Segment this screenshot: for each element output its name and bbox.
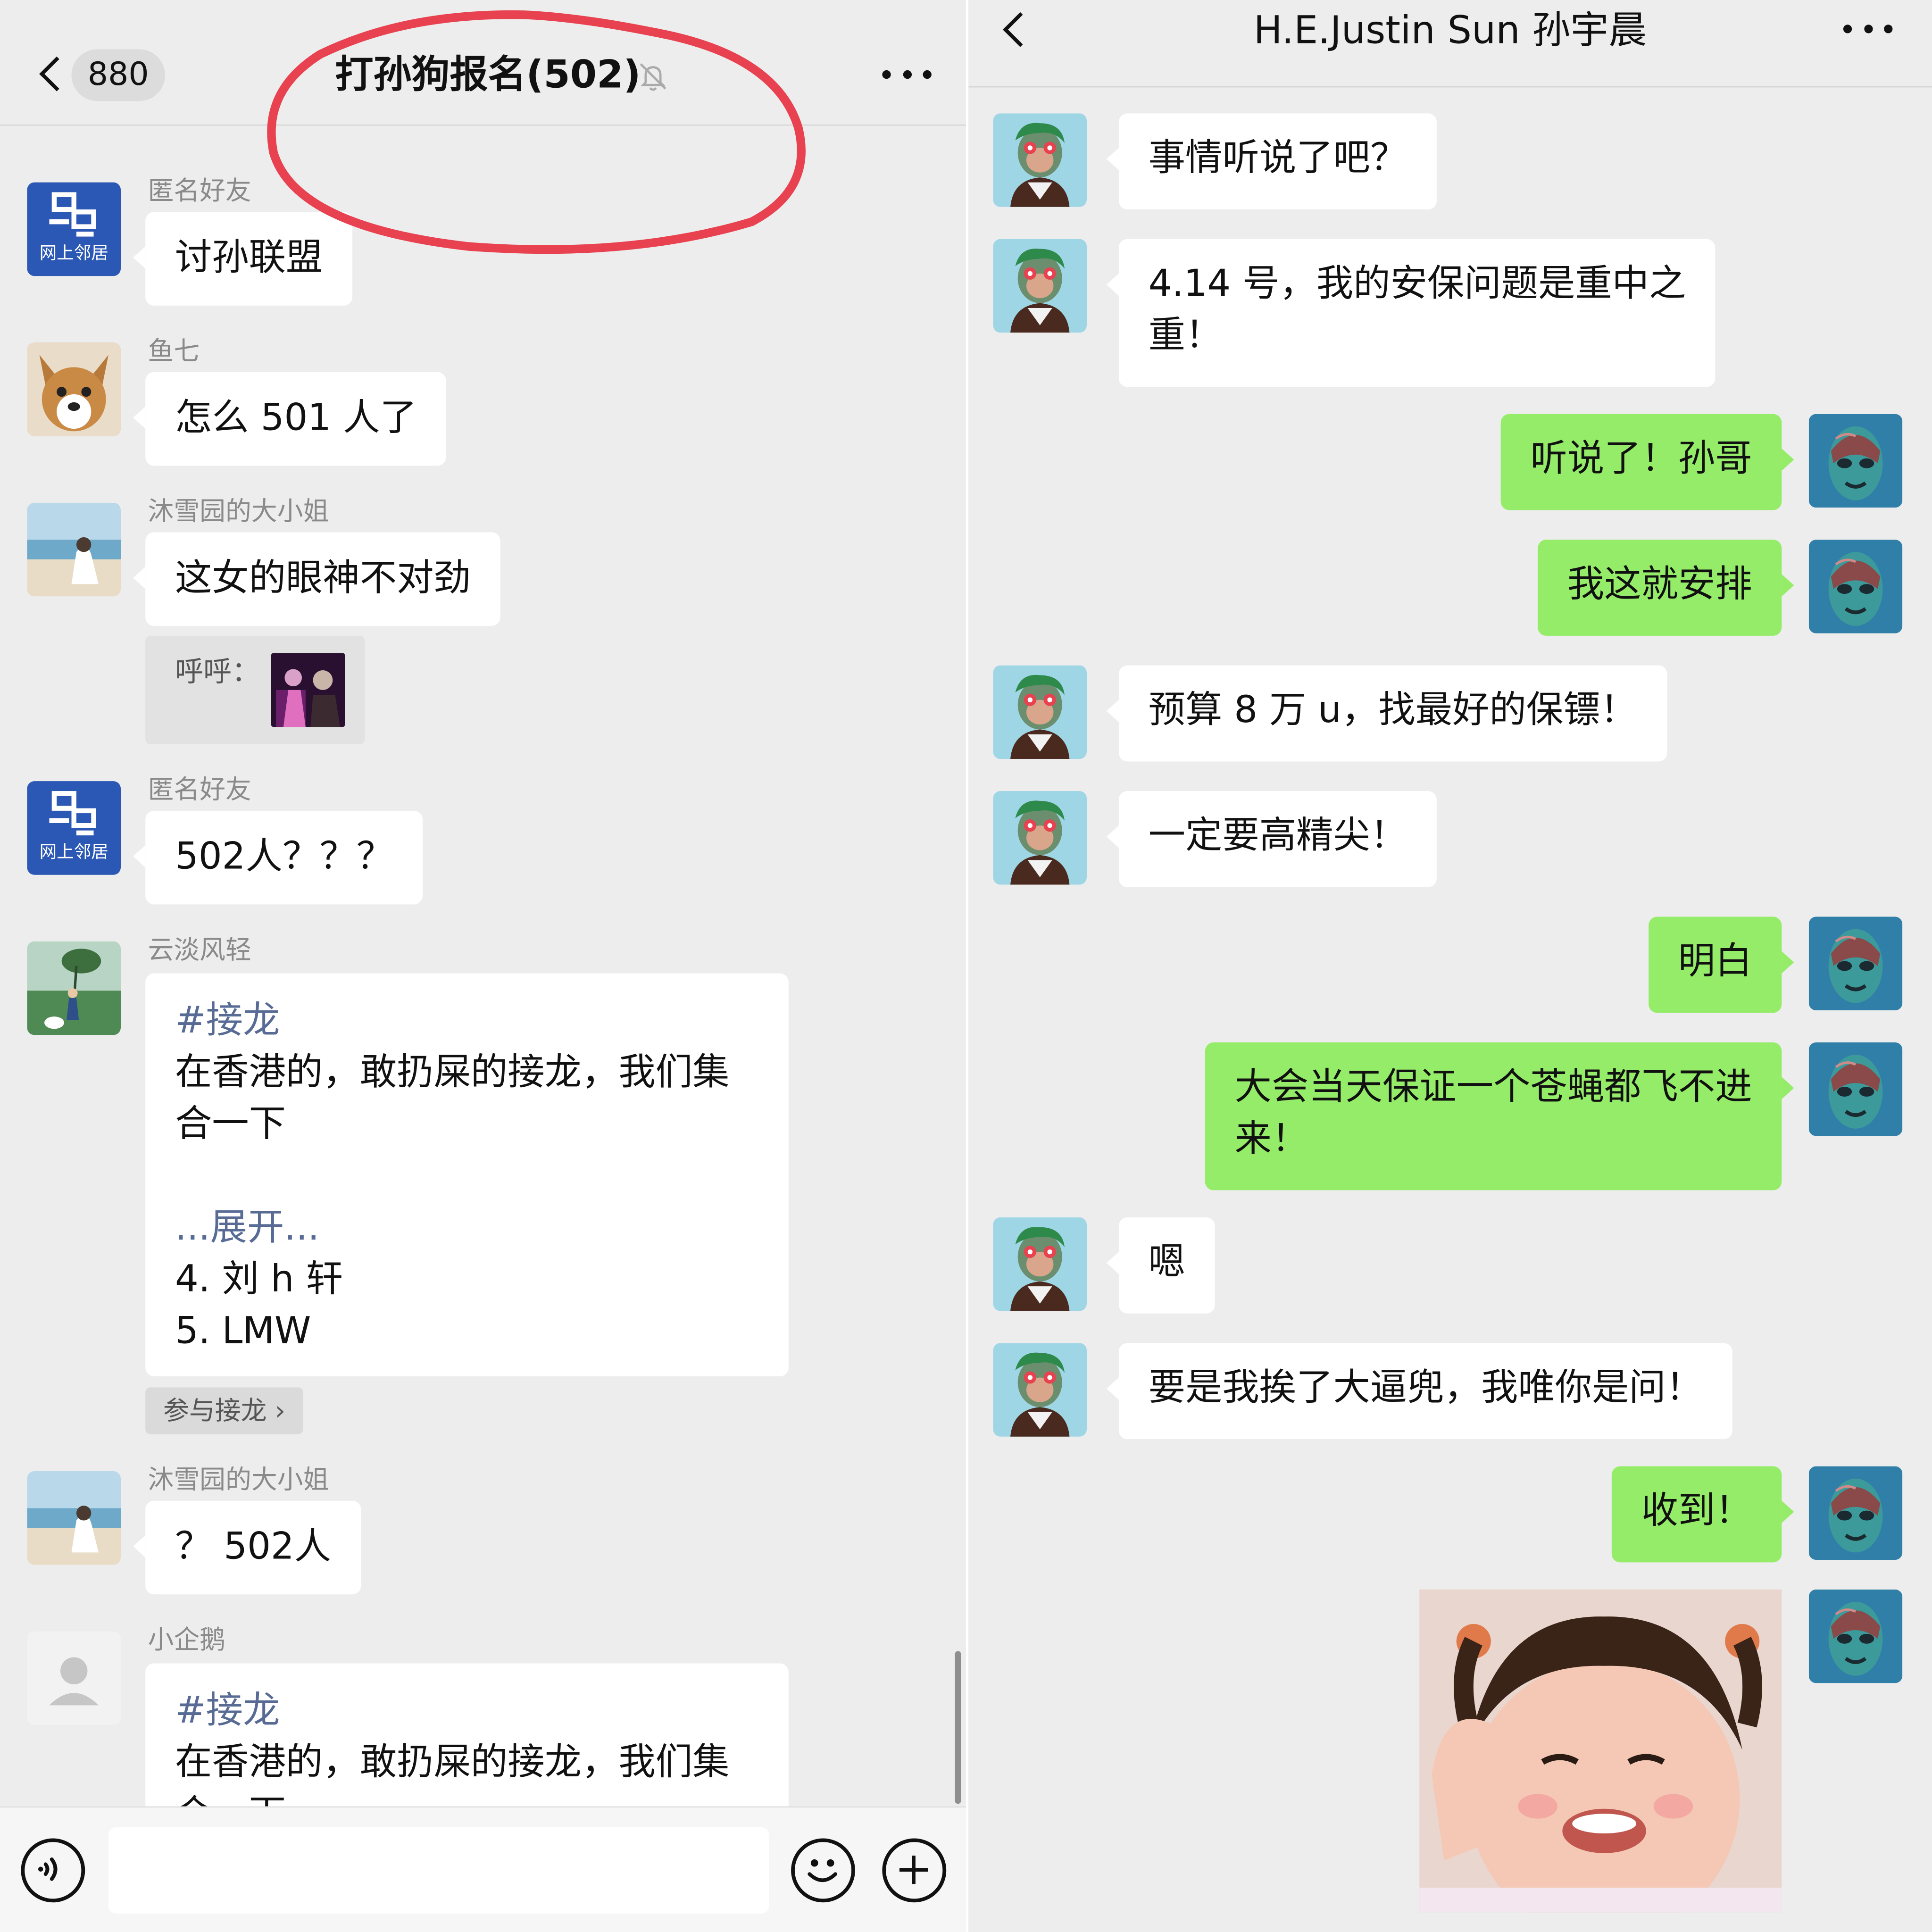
message-bubble[interactable]: 怎么 501 人了: [133, 372, 447, 466]
message-bubble[interactable]: 大会当天保证一个苍蝇都飞不进 来！: [1205, 1042, 1794, 1191]
message-text: 收到！: [1641, 1490, 1752, 1533]
group-chat-pane: 880 打孙狗报名(502) 网上邻居 匿名好友 讨孙联盟 鱼七 怎么 501 …: [0, 0, 966, 1932]
message-bubble[interactable]: 事情听说了吧？: [1106, 113, 1437, 210]
sender-name: 匿名好友: [148, 775, 251, 805]
expand-link[interactable]: ...展开...: [175, 1203, 759, 1255]
message-input[interactable]: [108, 1827, 769, 1914]
avatar[interactable]: [1809, 540, 1903, 633]
direct-chat-pane: H.E.Justin Sun 孙宇晨 事情听说了吧？ 4.14 号，我的安保问题是…: [968, 0, 1932, 1932]
avatar[interactable]: 网上邻居: [27, 182, 121, 276]
avatar[interactable]: [993, 239, 1087, 333]
avatar[interactable]: [1809, 1466, 1903, 1560]
message-text: 大会当天保证一个苍蝇都飞不进: [1234, 1066, 1752, 1109]
avatar[interactable]: [993, 666, 1087, 759]
unread-badge[interactable]: 880: [71, 49, 166, 101]
avatar[interactable]: [27, 1471, 121, 1565]
message-text: 重！: [1148, 314, 1223, 358]
screenshot-composite: 880 打孙狗报名(502) 网上邻居 匿名好友 讨孙联盟 鱼七 怎么 501 …: [0, 0, 1932, 1932]
quoted-image-thumbnail[interactable]: [271, 653, 345, 727]
message-text: ？ 502人: [175, 1525, 332, 1569]
sender-name: 沐雪园的大小姐: [148, 496, 329, 526]
sender-name: 云淡风轻: [148, 935, 251, 965]
message-text: 要是我挨了大逼兜，我唯你是问！: [1148, 1366, 1703, 1410]
avatar[interactable]: [27, 502, 121, 597]
sender-name: 匿名好友: [148, 176, 251, 206]
avatar[interactable]: [1809, 917, 1903, 1011]
chat-title: H.E.Justin Sun 孙宇晨: [1253, 8, 1647, 53]
avatar-caption: 网上邻居: [40, 841, 108, 862]
message-text: 预算 8 万 u，找最好的保镖！: [1148, 689, 1637, 732]
message-bubble[interactable]: 讨孙联盟: [133, 212, 353, 306]
emoji-icon[interactable]: [791, 1838, 855, 1903]
avatar[interactable]: [993, 1343, 1087, 1437]
plus-icon[interactable]: [882, 1838, 947, 1903]
avatar-caption: 网上邻居: [40, 243, 108, 263]
avatar[interactable]: [27, 941, 121, 1035]
jielong-card[interactable]: #接龙 在香港的，敢扔屎的接龙，我们集 合一下 ...展开... 4. 刘 h …: [145, 973, 789, 1376]
message-bubble[interactable]: 要是我挨了大逼兜，我唯你是问！: [1106, 1343, 1732, 1440]
avatar[interactable]: 网上邻居: [27, 781, 121, 875]
quoted-reply[interactable]: 呼呼：: [145, 635, 365, 744]
smiling-child-sticker[interactable]: [1419, 1589, 1782, 1913]
message-text: 来！: [1234, 1117, 1309, 1161]
hashtag-link[interactable]: #接龙: [175, 1686, 759, 1738]
more-icon[interactable]: [1843, 25, 1893, 37]
scrollbar[interactable]: [955, 1651, 961, 1804]
message-text: 怎么 501 人了: [175, 397, 417, 440]
message-text: 听说了！孙哥: [1530, 437, 1752, 481]
message-bubble[interactable]: 听说了！孙哥: [1500, 414, 1794, 510]
avatar[interactable]: [1809, 1042, 1903, 1136]
message-bubble[interactable]: 预算 8 万 u，找最好的保镖！: [1106, 665, 1667, 762]
message-bubble[interactable]: ？ 502人: [133, 1500, 361, 1595]
message-bubble[interactable]: 收到！: [1611, 1466, 1794, 1563]
quote-label: 呼呼：: [175, 657, 260, 689]
back-icon[interactable]: [39, 56, 75, 92]
message-text: 在香港的，敢扔屎的接龙，我们集: [175, 1741, 730, 1784]
message-text: 4.14 号，我的安保问题是重中之: [1148, 262, 1686, 306]
sender-name: 沐雪园的大小姐: [148, 1465, 329, 1495]
message-text: 合一下: [175, 1102, 286, 1146]
input-bar: [0, 1806, 966, 1932]
message-bubble[interactable]: 4.14 号，我的安保问题是重中之 重！: [1106, 239, 1716, 387]
avatar[interactable]: [1809, 414, 1903, 508]
default-user-icon: [49, 1657, 99, 1706]
message-text: 事情听说了吧？: [1148, 136, 1407, 180]
jielong-entry: 5. LMW: [175, 1309, 311, 1353]
avatar[interactable]: [1809, 1590, 1903, 1683]
message-text: 在香港的，敢扔屎的接龙，我们集: [175, 1051, 730, 1094]
message-bubble[interactable]: 一定要高精尖！: [1106, 791, 1437, 887]
avatar[interactable]: [27, 1631, 121, 1725]
message-bubble[interactable]: 明白: [1649, 916, 1794, 1013]
group-title: 打孙狗报名(502): [335, 53, 641, 98]
hashtag-link[interactable]: #接龙: [175, 996, 759, 1048]
avatar[interactable]: [27, 342, 121, 436]
message-bubble[interactable]: 502人？？？: [133, 810, 423, 905]
join-jielong-button[interactable]: 参与接龙 ›: [145, 1387, 303, 1434]
more-icon[interactable]: [882, 70, 932, 83]
message-text: 讨孙联盟: [175, 236, 323, 280]
avatar[interactable]: [993, 113, 1087, 207]
message-text: 明白: [1678, 940, 1752, 983]
message-bubble[interactable]: 我这就安排: [1538, 540, 1794, 636]
message-text: 嗯: [1148, 1241, 1185, 1284]
message-text: 这女的眼神不对劲: [175, 557, 471, 600]
sender-name: 鱼七: [148, 336, 200, 366]
header-divider: [0, 124, 966, 126]
sender-name: 小企鹅: [148, 1625, 226, 1655]
message-bubble[interactable]: 嗯: [1106, 1217, 1215, 1314]
header-divider: [968, 86, 1932, 88]
avatar[interactable]: [993, 791, 1087, 885]
message-bubble[interactable]: 这女的眼神不对劲: [133, 532, 500, 626]
mute-bell-icon: [640, 63, 666, 91]
voice-icon[interactable]: [21, 1838, 85, 1903]
message-text: 我这就安排: [1567, 563, 1752, 607]
avatar[interactable]: [993, 1217, 1087, 1311]
message-text: 502人？？？: [175, 835, 393, 879]
message-text: 一定要高精尖！: [1148, 814, 1407, 858]
jielong-entry: 4. 刘 h 轩: [175, 1258, 343, 1301]
